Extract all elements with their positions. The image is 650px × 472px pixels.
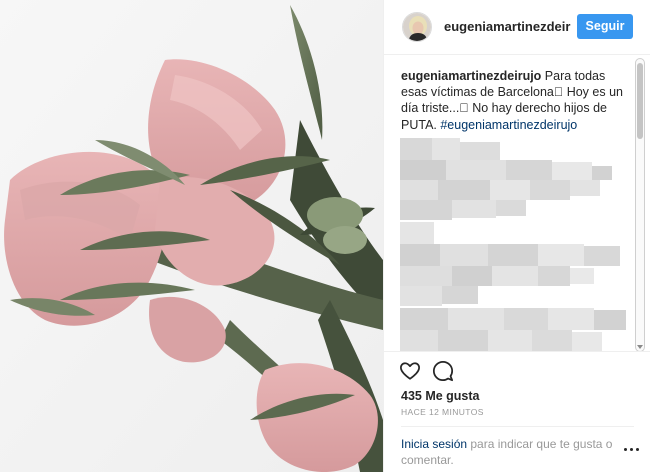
caption-hashtag[interactable]: #eugeniamartinezdeirujo — [440, 118, 577, 132]
login-link[interactable]: Inicia sesión — [401, 437, 467, 451]
post-timestamp[interactable]: HACE 12 MINUTOS — [401, 407, 484, 417]
scrollbar-thumb[interactable] — [637, 63, 643, 139]
ellipsis-icon[interactable] — [624, 447, 640, 453]
comments-section: eugeniamartinezdeirujo Para todas esas v… — [384, 56, 650, 352]
post-header: eugeniamartinezdeir Seguir — [384, 0, 650, 55]
rose-photo — [0, 0, 383, 472]
post-image[interactable] — [0, 0, 383, 472]
avatar-image — [403, 13, 431, 41]
pixelated-comments — [400, 138, 633, 351]
speech-bubble-icon[interactable] — [432, 360, 454, 382]
comments-scrollbar[interactable] — [635, 58, 645, 351]
caption-author[interactable]: eugeniamartinezdeirujo — [401, 69, 541, 83]
post-caption: eugeniamartinezdeirujo Para todas esas v… — [401, 68, 633, 133]
likes-count[interactable]: 435 Me gusta — [401, 389, 480, 403]
avatar[interactable] — [402, 12, 432, 42]
divider — [401, 426, 634, 427]
login-prompt: Inicia sesión para indicar que te gusta … — [401, 436, 626, 468]
header-username[interactable]: eugeniamartinezdeir — [444, 19, 570, 34]
heart-outline-icon[interactable] — [399, 360, 421, 382]
scroll-down-arrow-icon[interactable] — [637, 345, 643, 349]
follow-button[interactable]: Seguir — [577, 14, 633, 39]
post-side-panel: eugeniamartinezdeir Seguir eugeniamartin… — [383, 0, 650, 472]
